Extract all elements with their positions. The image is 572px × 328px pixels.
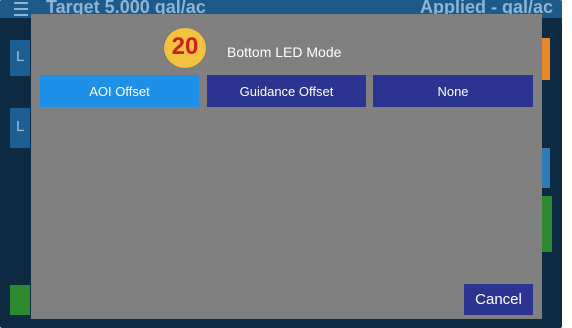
background-left-letter: L <box>16 48 25 65</box>
guidance-offset-button[interactable]: Guidance Offset <box>207 75 366 107</box>
menu-icon <box>14 2 28 16</box>
background-left-letter: L <box>16 118 25 135</box>
cancel-button[interactable]: Cancel <box>464 284 533 315</box>
background-left-green-panel <box>10 285 30 315</box>
dialog-title: Bottom LED Mode <box>227 44 342 60</box>
none-button[interactable]: None <box>373 75 533 107</box>
aoi-offset-button[interactable]: AOI Offset <box>40 75 199 107</box>
bottom-led-mode-dialog: 20 Bottom LED Mode AOI Offset Guidance O… <box>31 14 542 319</box>
step-badge-number: 20 <box>171 33 199 60</box>
app-background: Target 5.000 gal/ac Applied - gal/ac L L… <box>0 0 562 328</box>
step-badge: 20 <box>164 28 206 68</box>
